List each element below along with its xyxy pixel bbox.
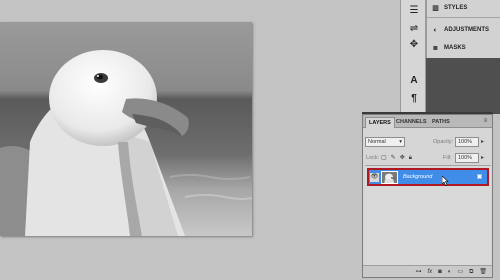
styles-icon: ▥ (432, 5, 439, 12)
adjustments-icon: ◐ (433, 26, 438, 34)
layer-row-background[interactable]: 👁︎ Background ▣ (367, 168, 489, 186)
layers-panel-tabs: LAYERS CHANNELS PATHS ≡ (363, 115, 492, 128)
styles-panel-button[interactable]: ▥ STYLES (427, 0, 500, 16)
chevron-down-icon: ▾ (399, 139, 402, 145)
paragraph-icon[interactable]: ¶ (405, 90, 423, 106)
link-layers-icon[interactable]: ⊶ (415, 266, 421, 278)
divider (427, 17, 500, 18)
seagull-photo (0, 22, 252, 236)
masks-label: MASKS (444, 45, 466, 51)
document-canvas[interactable] (0, 22, 252, 236)
fill-field[interactable]: 100% (455, 153, 479, 163)
layers-bottom-toolbar: ⊶ fx ◙ ◐ ▭ ⧉ 🗑︎ (363, 265, 492, 277)
opacity-value: 100% (458, 139, 473, 145)
lock-transparency-icon[interactable]: ▢ (381, 153, 387, 163)
opacity-arrow-icon[interactable]: ▸ (481, 137, 484, 147)
tab-channels[interactable]: CHANNELS (393, 117, 430, 128)
panel-menu-icon[interactable]: ≡ (481, 118, 490, 125)
layers-list: 👁︎ Background ▣ (365, 165, 491, 265)
add-mask-icon[interactable]: ◙ (438, 266, 442, 278)
fill-value: 100% (458, 155, 473, 161)
tool-preset-icon[interactable]: ✥ (405, 36, 423, 52)
mouse-cursor-icon (442, 176, 449, 186)
styles-icon[interactable]: ☰ (405, 2, 423, 18)
character-icon[interactable]: A (405, 72, 423, 88)
new-group-icon[interactable]: ▭ (457, 266, 463, 278)
layer-style-icon[interactable]: fx (427, 266, 432, 278)
panel-icon-column: ☰ ⇌ ✥ A ¶ (400, 0, 426, 114)
layers-panel: LAYERS CHANNELS PATHS ≡ Normal ▾ Opacity… (362, 114, 493, 278)
layer-name[interactable]: Background (403, 173, 432, 182)
blend-mode-select[interactable]: Normal ▾ (365, 137, 405, 147)
adjustments-icon[interactable]: ⇌ (405, 20, 423, 36)
adjustment-layer-icon[interactable]: ◐ (448, 266, 452, 278)
opacity-field[interactable]: 100% (455, 137, 479, 147)
fill-label: Fill: (443, 155, 452, 161)
masks-icon: ◙ (433, 44, 438, 52)
lock-icon: ▣ (476, 174, 483, 180)
layer-thumbnail (381, 171, 398, 184)
styles-label: STYLES (444, 5, 468, 11)
fill-arrow-icon[interactable]: ▸ (481, 153, 484, 163)
collapsed-panels: ▥ STYLES ◐ ADJUSTMENTS ◙ MASKS (426, 0, 500, 58)
lock-all-icon[interactable]: 🔒︎ (409, 153, 412, 163)
lock-label: Lock: (366, 155, 380, 161)
delete-layer-icon[interactable]: 🗑︎ (479, 266, 487, 278)
new-layer-icon[interactable]: ⧉ (469, 266, 473, 278)
adjustments-panel-button[interactable]: ◐ ADJUSTMENTS (427, 22, 500, 38)
lock-pixels-icon[interactable]: ✎ (391, 153, 396, 163)
tab-paths[interactable]: PATHS (429, 117, 453, 128)
opacity-label: Opacity: (433, 139, 454, 145)
lock-position-icon[interactable]: ✥ (400, 153, 405, 163)
masks-panel-button[interactable]: ◙ MASKS (427, 40, 500, 56)
lock-icons: ▢ ✎ ✥ 🔒︎ (381, 153, 412, 163)
tab-layers[interactable]: LAYERS (365, 117, 395, 128)
adjustments-label: ADJUSTMENTS (444, 27, 490, 33)
eye-icon[interactable]: 👁︎ (370, 173, 379, 182)
blend-mode-value: Normal (368, 139, 386, 145)
